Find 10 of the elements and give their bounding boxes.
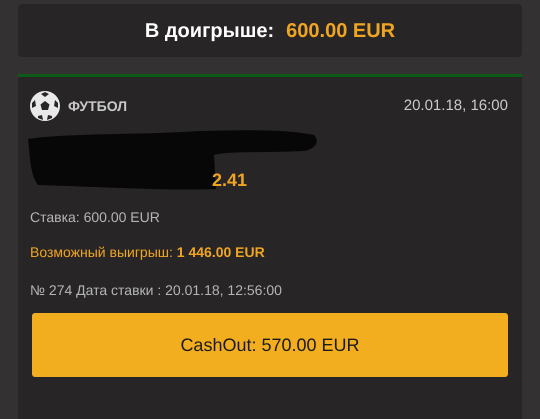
- soccer-ball-icon: [30, 91, 60, 121]
- event-time: 20.01.18, 16:00: [404, 96, 508, 116]
- cashout-button[interactable]: CashOut: 570.00 EUR: [32, 313, 508, 377]
- odds-value: 2.41: [212, 169, 248, 192]
- bet-info-text: № 274 Дата ставки : 20.01.18, 12:56:00: [30, 281, 283, 300]
- sport-label: ФУТБОЛ: [68, 96, 128, 116]
- summary-label: В доигрыше:: [144, 18, 274, 44]
- summary-amount: 600.00 EUR: [286, 18, 396, 44]
- stake-text: Ставка: 600.00 EUR: [30, 208, 161, 227]
- possible-win-text: Возможный выигрыш: 1 446.00 EUR: [30, 243, 266, 262]
